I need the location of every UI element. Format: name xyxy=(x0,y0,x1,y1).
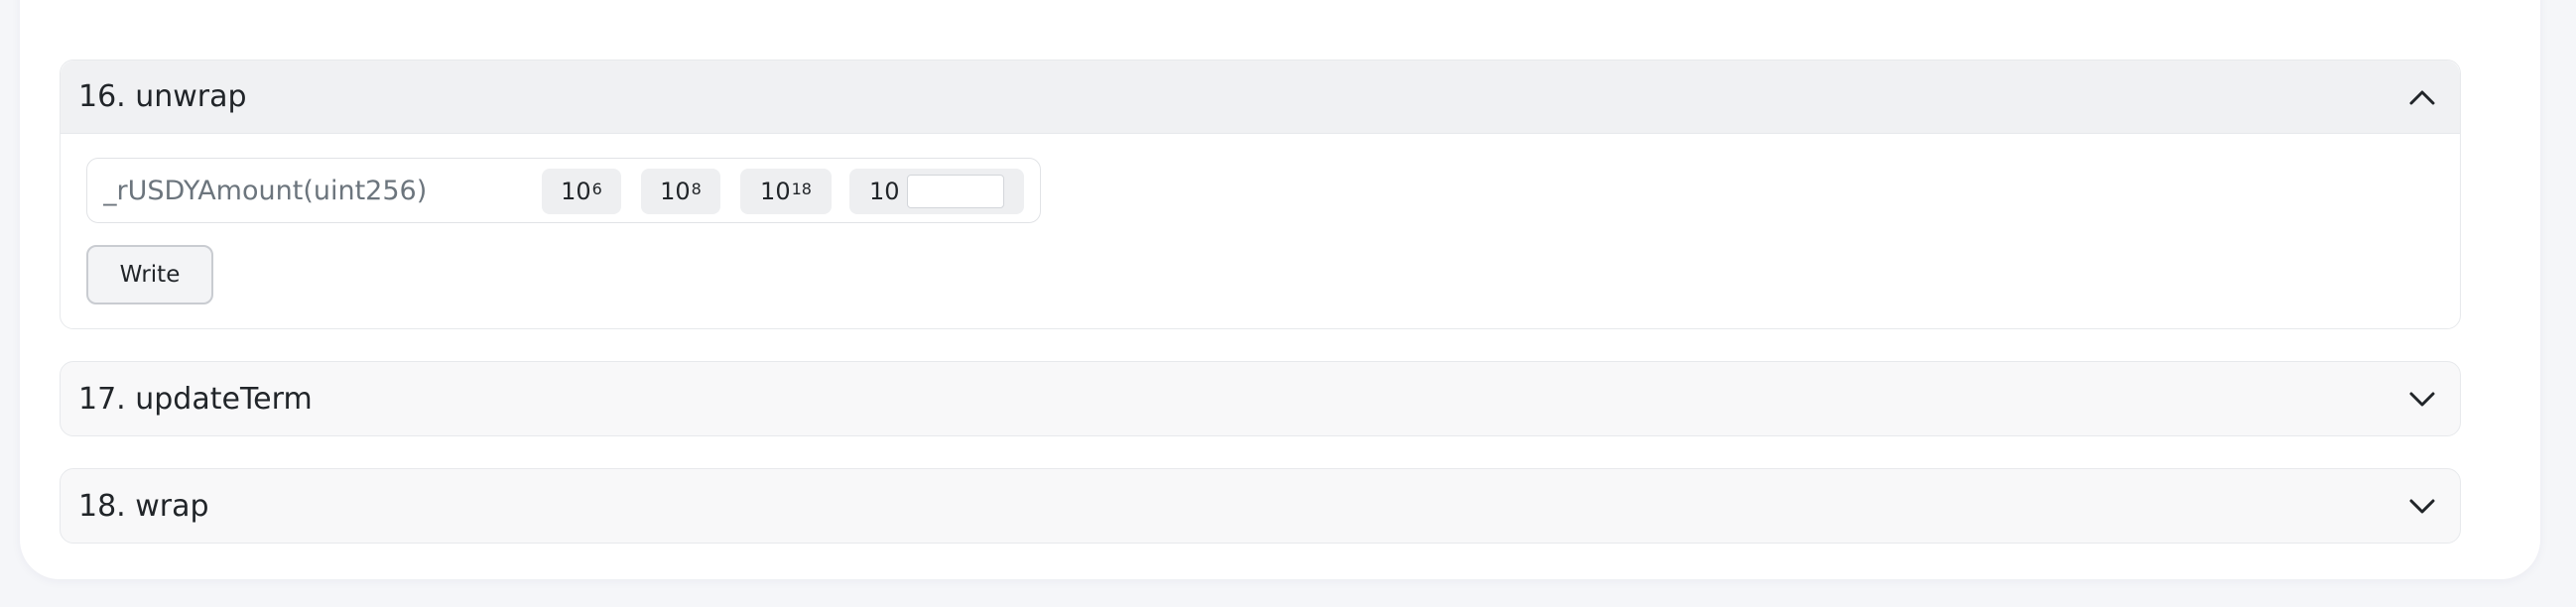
custom-exponent-input[interactable] xyxy=(907,175,1004,208)
chevron-down-icon xyxy=(2408,492,2436,520)
function-title: 18. wrap xyxy=(78,488,209,524)
function-wrap-header[interactable]: 18. wrap xyxy=(61,469,2460,543)
rusdy-amount-input[interactable] xyxy=(87,159,524,222)
chevron-down-icon xyxy=(2408,385,2436,413)
function-update-term-header[interactable]: 17. updateTerm xyxy=(61,362,2460,435)
function-title: 16. unwrap xyxy=(78,79,247,114)
power-10-18-button[interactable]: 10 18 xyxy=(740,169,832,214)
custom-power-group: 10 xyxy=(849,169,1024,214)
power-10-8-button[interactable]: 10 8 xyxy=(641,169,720,214)
function-unwrap: 16. unwrap 106 108 1018 10 Write xyxy=(60,60,2461,329)
function-update-term: 17. updateTerm xyxy=(60,361,2461,436)
custom-power-base: 10 xyxy=(869,178,900,205)
function-title: 17. updateTerm xyxy=(78,381,313,417)
chevron-up-icon xyxy=(2408,83,2436,111)
function-wrap: 18. wrap xyxy=(60,468,2461,544)
function-unwrap-header[interactable]: 16. unwrap xyxy=(61,61,2460,134)
power-10-6-button[interactable]: 10 6 xyxy=(542,169,621,214)
write-button[interactable]: Write xyxy=(86,245,213,304)
param-input-group: 106 108 1018 10 xyxy=(86,158,1041,223)
